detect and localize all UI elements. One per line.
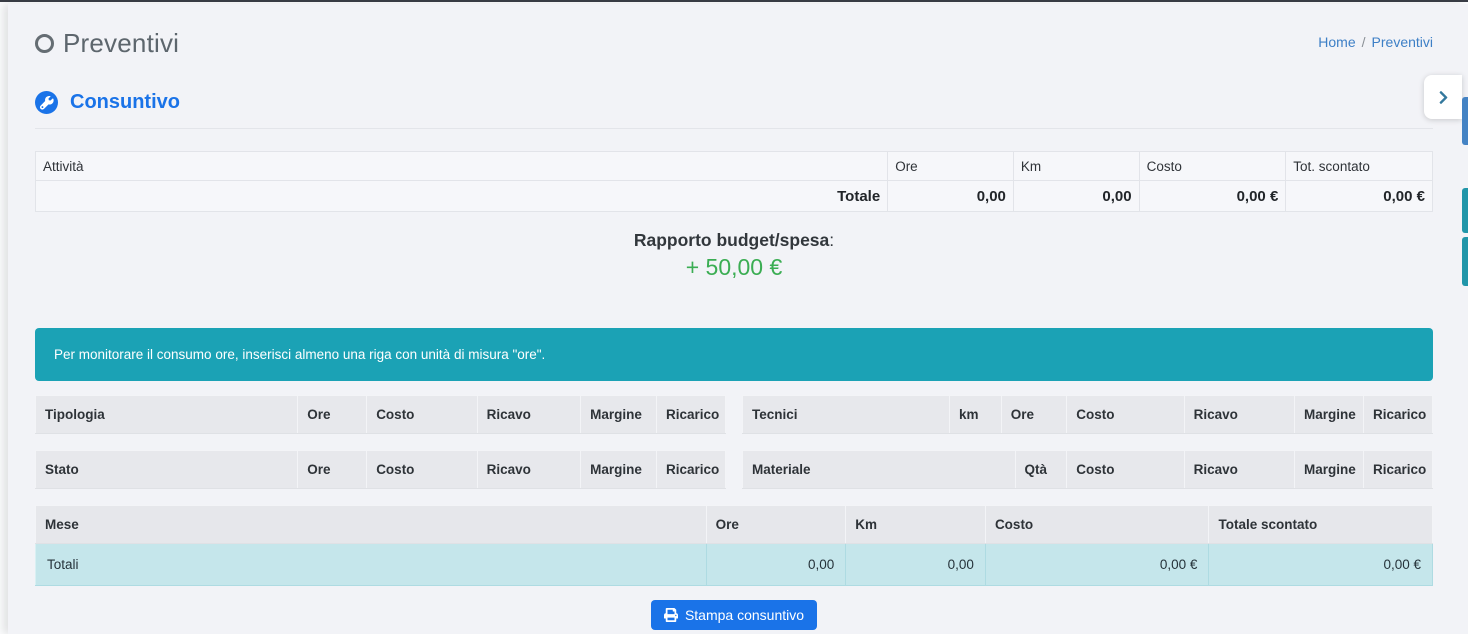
breakdown-left-column: Tipologia Ore Costo Ricavo Margine Ricar… bbox=[35, 395, 726, 505]
monthly-totals-row: Totali 0,00 0,00 0,00 € 0,00 € bbox=[36, 544, 1433, 586]
sidebar-toggle-button[interactable] bbox=[1424, 75, 1462, 119]
materiale-margine: Margine bbox=[1294, 451, 1363, 489]
summary-header-costo: Costo bbox=[1139, 152, 1286, 181]
stato-ore: Ore bbox=[298, 451, 367, 489]
materiale-ricavo: Ricavo bbox=[1184, 451, 1294, 489]
tecnici-ricarico: Ricarico bbox=[1363, 396, 1432, 434]
monthly-header-ore: Ore bbox=[706, 506, 846, 544]
page-title: Preventivi bbox=[35, 28, 179, 59]
monthly-totals-km: 0,00 bbox=[846, 544, 986, 586]
activity-summary-table: Attività Ore Km Costo Tot. scontato Tota… bbox=[35, 151, 1433, 212]
monthly-header-costo: Costo bbox=[985, 506, 1209, 544]
monthly-totals-scontato: 0,00 € bbox=[1209, 544, 1433, 586]
budget-ratio: Rapporto budget/spesa: + 50,00 € bbox=[35, 230, 1433, 281]
monthly-totals-costo: 0,00 € bbox=[985, 544, 1209, 586]
materiale-header: Materiale bbox=[743, 451, 1016, 489]
consuntivo-section-header: Consuntivo bbox=[35, 91, 1433, 129]
page-title-text: Preventivi bbox=[63, 28, 179, 59]
tipologia-costo: Costo bbox=[367, 396, 477, 434]
print-button-label: Stampa consuntivo bbox=[685, 607, 804, 623]
breadcrumb-current-link[interactable]: Preventivi bbox=[1372, 34, 1433, 50]
summary-header-attivita: Attività bbox=[36, 152, 888, 181]
section-title: Consuntivo bbox=[70, 91, 180, 114]
summary-header-km: Km bbox=[1013, 152, 1139, 181]
actions-row: Stampa consuntivo bbox=[35, 600, 1433, 630]
tecnici-header: Tecnici bbox=[743, 396, 950, 434]
tecnici-km: km bbox=[950, 396, 1002, 434]
materiale-costo: Costo bbox=[1067, 451, 1184, 489]
monthly-totals-ore: 0,00 bbox=[706, 544, 846, 586]
stato-costo: Costo bbox=[367, 451, 477, 489]
stato-ricavo: Ricavo bbox=[477, 451, 581, 489]
summary-header-tot-scontato: Tot. scontato bbox=[1286, 152, 1433, 181]
info-banner: Per monitorare il consumo ore, inserisci… bbox=[35, 328, 1433, 381]
summary-total-label: Totale bbox=[36, 181, 888, 212]
tipologia-header: Tipologia bbox=[36, 396, 298, 434]
printer-icon bbox=[664, 608, 678, 622]
breadcrumb-home-link[interactable]: Home bbox=[1318, 34, 1355, 50]
summary-total-scontato: 0,00 € bbox=[1286, 181, 1433, 212]
tipologia-ore: Ore bbox=[298, 396, 367, 434]
summary-header-ore: Ore bbox=[888, 152, 1014, 181]
summary-total-ore: 0,00 bbox=[888, 181, 1014, 212]
summary-total-row: Totale 0,00 0,00 0,00 € 0,00 € bbox=[36, 181, 1433, 212]
stato-header: Stato bbox=[36, 451, 298, 489]
budget-label: Rapporto budget/spesa bbox=[634, 230, 829, 250]
monthly-header-mese: Mese bbox=[36, 506, 707, 544]
wrench-icon bbox=[35, 91, 58, 114]
tipologia-margine: Margine bbox=[581, 396, 657, 434]
tecnici-ore: Ore bbox=[1001, 396, 1067, 434]
breadcrumb: Home / Preventivi bbox=[1318, 34, 1433, 50]
monthly-header-totale-scontato: Totale scontato bbox=[1209, 506, 1433, 544]
breakdown-right-column: Tecnici km Ore Costo Ricavo Margine Rica… bbox=[742, 395, 1433, 505]
tecnici-costo: Costo bbox=[1067, 396, 1184, 434]
budget-colon: : bbox=[829, 230, 834, 250]
module-ring-icon bbox=[35, 34, 54, 53]
tipologia-ricarico: Ricarico bbox=[656, 396, 725, 434]
summary-total-costo: 0,00 € bbox=[1139, 181, 1286, 212]
materiale-ricarico: Ricarico bbox=[1363, 451, 1432, 489]
tipologia-ricavo: Ricavo bbox=[477, 396, 581, 434]
monthly-header-km: Km bbox=[846, 506, 986, 544]
breakdown-grid: Tipologia Ore Costo Ricavo Margine Ricar… bbox=[35, 395, 1433, 505]
stato-margine: Margine bbox=[581, 451, 657, 489]
tecnici-table: Tecnici km Ore Costo Ricavo Margine Rica… bbox=[742, 395, 1433, 434]
tecnici-margine: Margine bbox=[1294, 396, 1363, 434]
materiale-qta: Qtà bbox=[1015, 451, 1067, 489]
breadcrumb-separator: / bbox=[1362, 34, 1366, 50]
side-tab-teal-1[interactable] bbox=[1462, 188, 1468, 233]
stato-table: Stato Ore Costo Ricavo Margine Ricarico bbox=[35, 450, 726, 489]
summary-total-km: 0,00 bbox=[1013, 181, 1139, 212]
chevron-right-icon bbox=[1436, 90, 1451, 105]
stato-ricarico: Ricarico bbox=[656, 451, 725, 489]
tecnici-ricavo: Ricavo bbox=[1184, 396, 1294, 434]
print-consuntivo-button[interactable]: Stampa consuntivo bbox=[651, 600, 817, 630]
monthly-totals-label: Totali bbox=[36, 544, 707, 586]
materiale-table: Materiale Qtà Costo Ricavo Margine Ricar… bbox=[742, 450, 1433, 489]
side-tab-blue[interactable] bbox=[1462, 97, 1468, 145]
main-panel: Preventivi Home / Preventivi Consuntivo At… bbox=[8, 4, 1468, 634]
tipologia-table: Tipologia Ore Costo Ricavo Margine Ricar… bbox=[35, 395, 726, 434]
budget-value: + 50,00 € bbox=[35, 254, 1433, 281]
monthly-table: Mese Ore Km Costo Totale scontato Totali… bbox=[35, 505, 1433, 586]
side-tab-teal-2[interactable] bbox=[1462, 237, 1468, 286]
page-header: Preventivi Home / Preventivi bbox=[35, 4, 1433, 59]
info-banner-text: Per monitorare il consumo ore, inserisci… bbox=[54, 347, 545, 362]
